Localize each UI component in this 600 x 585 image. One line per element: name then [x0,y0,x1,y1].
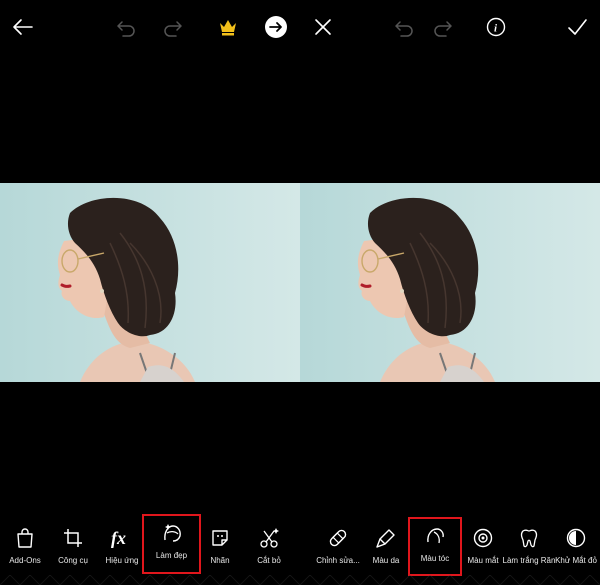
tool-label: Khử Mắt đỏ [555,556,597,565]
tool-mau-da[interactable]: Màu da [358,521,414,577]
tool-cong-cu[interactable]: Công cụ [45,521,101,577]
red-eye-removal-icon [563,525,589,551]
photo-canvas[interactable] [300,183,600,382]
left-editor-pane: Add-Ons Công cụ fx Hiệu ứng Làm đẹp Nhãn [0,0,300,585]
tool-label: Công cụ [58,556,88,565]
sticker-icon [207,525,233,551]
bandage-icon [325,525,351,551]
next-arrow-icon[interactable] [263,14,289,40]
tool-mau-toc[interactable]: Màu tóc [408,517,462,576]
right-top-bar: i [300,0,600,55]
tool-label: Hiệu ứng [105,556,139,565]
left-top-bar [0,0,300,55]
cutout-scissors-icon [256,525,282,551]
fx-icon: fx [109,525,135,551]
tool-label: Màu da [372,556,400,565]
tool-hieu-ung[interactable]: fx Hiệu ứng [94,521,150,577]
tool-label: Chỉnh sửa... [316,556,360,565]
beautify-face-icon [159,520,185,546]
tool-nhan[interactable]: Nhãn [192,521,248,577]
shopping-bag-icon [12,525,38,551]
photo-canvas[interactable] [0,183,300,382]
tool-label: Màu tóc [420,554,450,563]
redo-icon[interactable] [160,14,186,40]
crop-icon [60,525,86,551]
tool-khu-mat-do[interactable]: Khử Mắt đỏ [548,521,600,577]
redo-icon[interactable] [430,14,456,40]
footer-pattern [0,575,300,585]
crown-premium-icon[interactable] [215,14,241,40]
info-icon[interactable]: i [483,14,509,40]
svg-text:fx: fx [111,528,126,548]
tooth-icon [516,525,542,551]
undo-icon[interactable] [113,14,139,40]
tool-label: Làm đẹp [155,551,188,560]
tool-cat-bo[interactable]: Cắt bỏ [241,521,297,577]
tool-label: Màu mắt [467,556,499,565]
skin-tone-brush-icon [373,525,399,551]
undo-icon[interactable] [391,14,417,40]
hair-color-icon [422,523,448,549]
right-editor-pane: i Chỉnh sửa... Màu da Màu tóc Màu mắt Là… [300,0,600,585]
tool-lam-dep[interactable]: Làm đẹp [142,514,201,574]
svg-text:i: i [494,23,498,35]
portrait-woman-profile-image [0,183,300,382]
tool-label: Cắt bỏ [257,556,281,565]
tool-label: Nhãn [210,556,230,565]
close-icon[interactable] [310,14,336,40]
eye-color-icon [470,525,496,551]
back-arrow-icon[interactable] [10,14,36,40]
tool-label: Add-Ons [9,556,41,565]
portrait-woman-profile-image [300,183,600,382]
footer-pattern [300,575,600,585]
apply-check-icon[interactable] [564,14,590,40]
